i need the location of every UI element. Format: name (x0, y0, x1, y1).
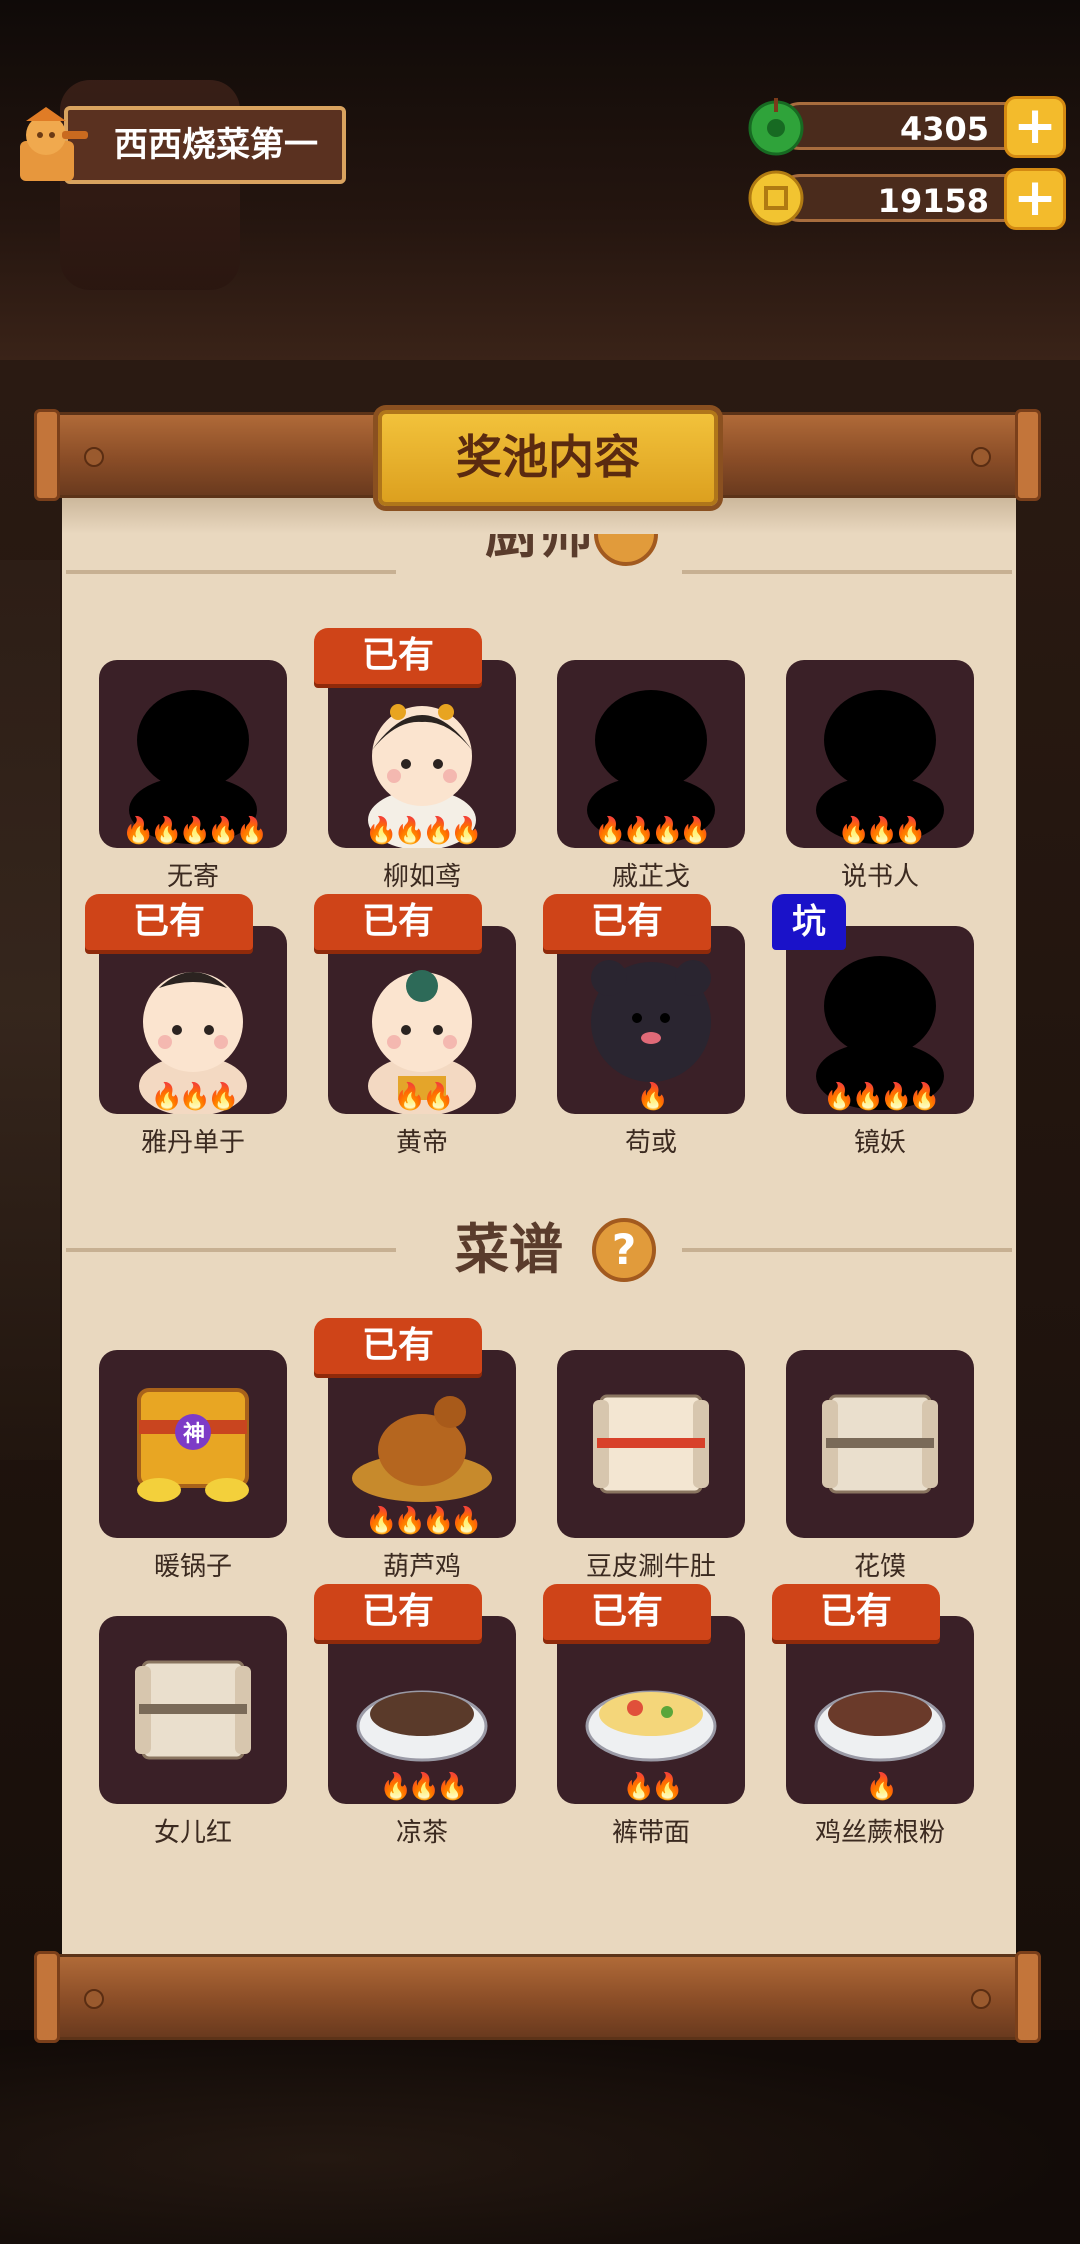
recipes-help-icon[interactable]: ? (592, 1218, 656, 1282)
recipe-name: 凉茶 (395, 1818, 448, 1848)
recipe-card[interactable]: 🔥🔥🔥 (328, 1616, 516, 1804)
chef-name: 戚芷戈 (611, 862, 690, 892)
section-title-recipes: 菜谱 (455, 1218, 563, 1281)
chef-name: 无寄 (166, 862, 219, 892)
section-chefs-header: 厨师 (66, 534, 1012, 592)
recipe-name: 花馍 (853, 1552, 906, 1582)
background-floor (0, 2030, 1080, 2244)
chef-card[interactable]: 🔥🔥🔥🔥 (328, 660, 516, 848)
owned-badge: 已有 (314, 1584, 482, 1640)
chef-name: 镜妖 (853, 1128, 906, 1158)
star-rating: 🔥🔥🔥 (150, 1082, 239, 1112)
chef-card[interactable]: 🔥🔥🔥🔥🔥 (99, 660, 287, 848)
jade-coin-icon (746, 96, 806, 156)
recipe-card[interactable]: 🔥🔥 (557, 1616, 745, 1804)
star-rating: 🔥🔥 (622, 1772, 684, 1802)
player-profile[interactable]: 西西烧菜第一 (6, 100, 346, 190)
star-rating: 🔥🔥🔥 (379, 1772, 468, 1802)
divine-tag: 神 (182, 1422, 205, 1447)
star-rating: 🔥 (865, 1772, 898, 1802)
owned-badge: 已有 (314, 628, 482, 684)
background-stripe (0, 560, 60, 1460)
chef-card[interactable]: 🔥🔥 (328, 926, 516, 1114)
star-rating: 🔥🔥🔥🔥 (823, 1082, 941, 1112)
recipe-name: 豆皮涮牛肚 (585, 1552, 716, 1582)
star-rating: 🔥 (636, 1082, 669, 1112)
chef-card[interactable]: 🔥🔥🔥 (786, 660, 974, 848)
star-rating: 🔥🔥 (393, 1082, 455, 1112)
recipe-name: 女儿红 (153, 1818, 232, 1848)
star-rating: 🔥🔥🔥🔥 (594, 816, 712, 846)
chef-name: 说书人 (840, 862, 919, 892)
recipe-card[interactable] (99, 1616, 287, 1804)
owned-badge: 已有 (85, 894, 253, 950)
chef-name: 柳如鸢 (382, 862, 461, 892)
star-rating: 🔥🔥🔥 (837, 816, 926, 846)
owned-badge: 已有 (543, 894, 711, 950)
chef-name: 黄帝 (395, 1128, 448, 1158)
copper-coin-icon (746, 168, 806, 228)
owned-badge: 已有 (543, 1584, 711, 1640)
jade-amount: 4305 (776, 102, 1036, 150)
section-recipes: 菜谱 ? (66, 1210, 1012, 1290)
owned-badge: 已有 (314, 1318, 482, 1374)
add-jade-button[interactable]: + (1004, 96, 1066, 158)
chef-card[interactable]: 🔥🔥🔥 (99, 926, 287, 1114)
recipe-card[interactable]: 神 (99, 1350, 287, 1538)
star-rating: 🔥🔥🔥🔥 (365, 1506, 483, 1536)
coin-currency: 19158 + (746, 168, 1066, 230)
section-title-chefs: 厨师 (66, 534, 1012, 574)
coin-amount: 19158 (776, 174, 1036, 222)
chef-card[interactable]: 🔥 (557, 926, 745, 1114)
jade-currency: 4305 + (746, 96, 1066, 158)
player-name: 西西烧菜第一 (64, 106, 346, 184)
chef-card[interactable]: 🔥🔥🔥🔥 (557, 660, 745, 848)
recipe-name: 葫芦鸡 (382, 1552, 461, 1582)
pit-badge: 坑 (772, 894, 846, 950)
chef-name: 苟或 (624, 1128, 677, 1158)
recipe-card[interactable] (557, 1350, 745, 1538)
chef-avatar-icon (6, 101, 94, 189)
panel-title: 奖池内容 (378, 410, 718, 506)
owned-badge: 已有 (314, 894, 482, 950)
chef-name: 雅丹单于 (140, 1128, 245, 1158)
recipe-card[interactable]: 🔥🔥🔥🔥 (328, 1350, 516, 1538)
star-rating: 🔥🔥🔥🔥🔥 (122, 816, 268, 846)
add-coin-button[interactable]: + (1004, 168, 1066, 230)
recipe-card[interactable] (786, 1350, 974, 1538)
recipe-name: 暖锅子 (153, 1552, 232, 1582)
recipe-name: 鸡丝蕨根粉 (814, 1818, 945, 1848)
recipe-card[interactable]: 🔥 (786, 1616, 974, 1804)
scroll-rod-bottom (34, 1951, 1041, 2043)
chef-card[interactable]: 🔥🔥🔥🔥 (786, 926, 974, 1114)
recipe-name: 裤带面 (611, 1818, 690, 1848)
star-rating: 🔥🔥🔥🔥 (365, 816, 483, 846)
owned-badge: 已有 (772, 1584, 940, 1640)
